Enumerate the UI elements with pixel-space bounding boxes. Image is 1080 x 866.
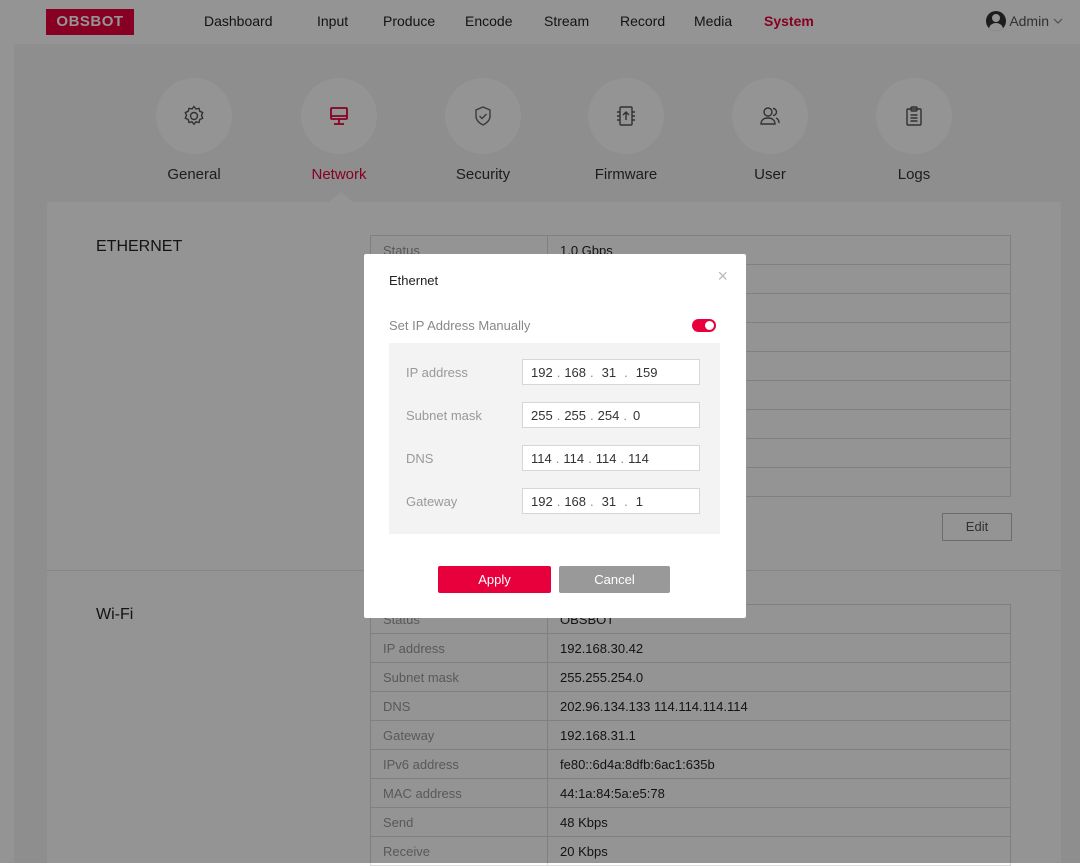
subnet-mask-label: Subnet mask	[406, 408, 482, 423]
toggle-knob	[705, 321, 714, 330]
manual-ip-toggle[interactable]	[692, 319, 716, 332]
dns-label: DNS	[406, 451, 434, 466]
gateway-row: Gateway 192. 168. 31. 1	[406, 488, 706, 516]
subnet-mask-input[interactable]: 255. 255. 254. 0	[522, 402, 700, 428]
cancel-button[interactable]: Cancel	[559, 566, 670, 593]
ip-settings-box: IP address 192. 168. 31. 159 Subnet mask…	[389, 343, 720, 534]
dns-row: DNS 114. 114. 114. 114	[406, 445, 706, 473]
close-icon[interactable]: ×	[717, 266, 728, 287]
gateway-input[interactable]: 192. 168. 31. 1	[522, 488, 700, 514]
dialog-title: Ethernet	[389, 273, 439, 288]
manual-ip-label: Set IP Address Manually	[389, 318, 531, 333]
ethernet-dialog: Ethernet × Set IP Address Manually IP ad…	[364, 254, 746, 618]
ip-address-row: IP address 192. 168. 31. 159	[406, 359, 706, 387]
subnet-mask-row: Subnet mask 255. 255. 254. 0	[406, 402, 706, 430]
dns-input[interactable]: 114. 114. 114. 114	[522, 445, 700, 471]
apply-button[interactable]: Apply	[438, 566, 551, 593]
ip-address-input[interactable]: 192. 168. 31. 159	[522, 359, 700, 385]
gateway-label: Gateway	[406, 494, 458, 509]
ip-address-label: IP address	[406, 365, 468, 380]
